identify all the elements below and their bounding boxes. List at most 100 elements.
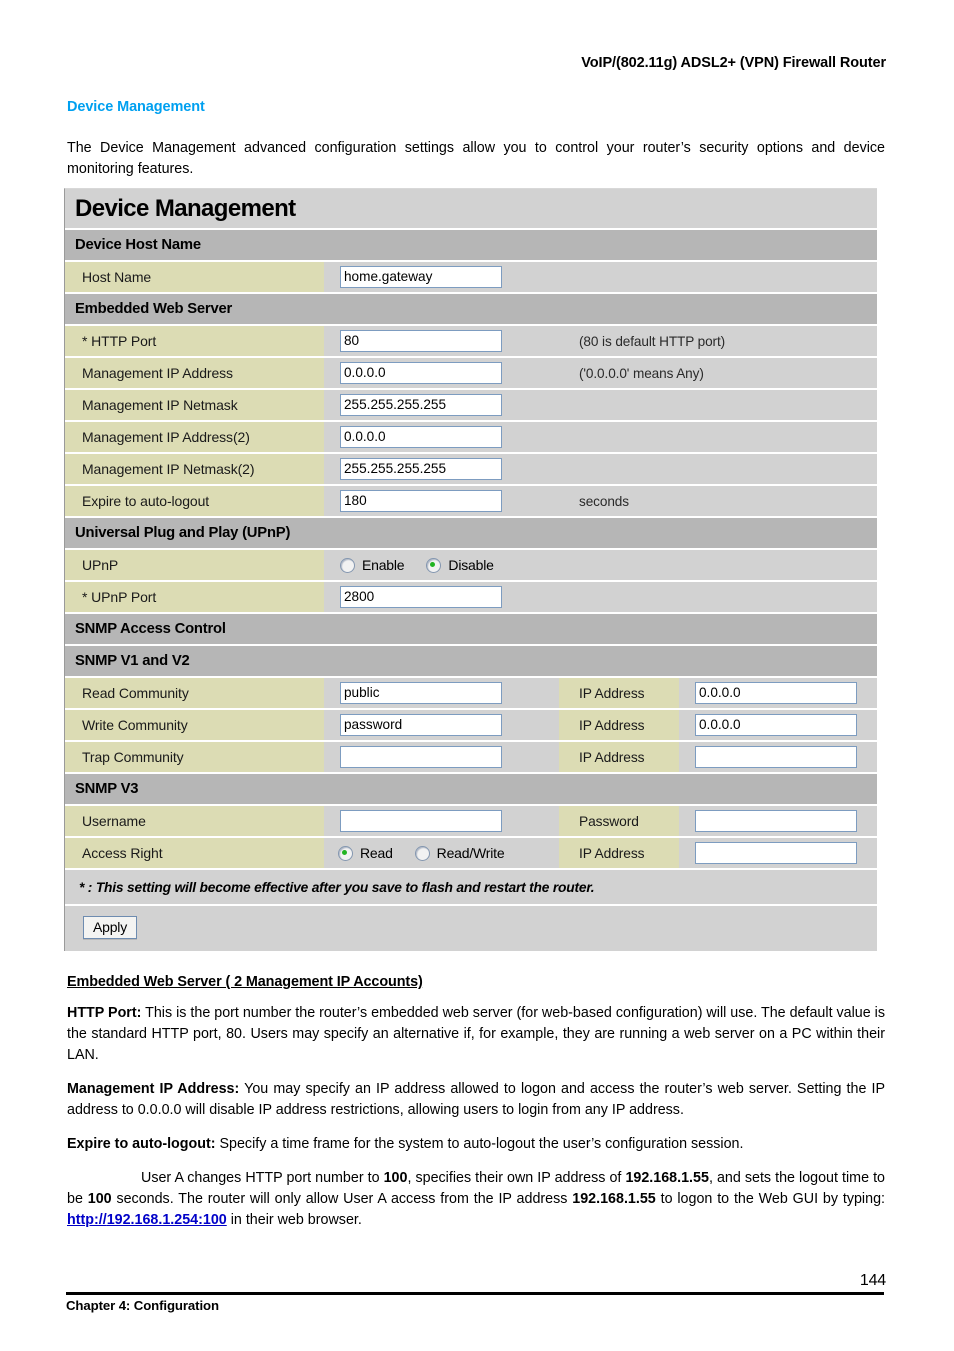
example-ip-2: 192.168.1.55 xyxy=(572,1191,656,1207)
label-host-name: Host Name xyxy=(65,262,324,292)
screenshot-title: Device Management xyxy=(65,189,877,228)
field-cell-expire-to-auto-logout: 180 xyxy=(324,486,559,516)
row-trap-community: Trap Community IP Address xyxy=(65,740,877,772)
label-read-community-ip: IP Address xyxy=(559,678,679,708)
trap-community-input[interactable] xyxy=(340,746,502,768)
link-scheme: http:// xyxy=(67,1212,107,1228)
example-text-e: seconds. The router will only allow User… xyxy=(111,1191,573,1207)
label-snmp-password: Password xyxy=(559,806,679,836)
paragraph-management-ip-address: Management IP Address: You may specify a… xyxy=(67,1079,885,1121)
lead-expire-to-auto-logout: Expire to auto-logout: xyxy=(67,1136,216,1152)
text-expire-to-auto-logout: Specify a time frame for the system to a… xyxy=(215,1136,744,1152)
row-write-community: Write Community password IP Address 0.0.… xyxy=(65,708,877,740)
label-write-community: Write Community xyxy=(65,710,324,740)
footer-chapter: Chapter 4: Configuration xyxy=(66,1298,219,1313)
field-cell-snmp-password xyxy=(679,806,877,836)
label-management-ip-address-2: Management IP Address(2) xyxy=(65,422,324,452)
row-snmp-username: Username Password xyxy=(65,804,877,836)
example-text-a: User A changes HTTP port number to xyxy=(141,1170,384,1186)
write-community-input[interactable]: password xyxy=(340,714,502,736)
access-right-readwrite-label: Read/Write xyxy=(436,845,505,861)
field-cell-management-ip-netmask: 255.255.255.255 xyxy=(324,390,559,420)
note-management-ip-netmask xyxy=(559,390,877,420)
paragraph-example: User A changes HTTP port number to 100, … xyxy=(67,1168,885,1231)
row-read-community: Read Community public IP Address 0.0.0.0 xyxy=(65,676,877,708)
row-upnp-port: * UPnP Port 2800 xyxy=(65,580,877,612)
paragraph-http-port: HTTP Port: This is the port number the r… xyxy=(67,1003,885,1066)
lead-management-ip-address: Management IP Address: xyxy=(67,1081,240,1097)
label-write-community-ip: IP Address xyxy=(559,710,679,740)
field-cell-snmp-username xyxy=(324,806,559,836)
section-header-snmp-v1-v2: SNMP V1 and V2 xyxy=(65,644,877,676)
sub-heading-embedded-web-server: Embedded Web Server ( 2 Management IP Ac… xyxy=(67,974,423,990)
label-http-port: * HTTP Port xyxy=(65,326,324,356)
label-management-ip-netmask-2: Management IP Netmask(2) xyxy=(65,454,324,484)
row-management-ip-address-2: Management IP Address(2) 0.0.0.0 xyxy=(65,420,877,452)
label-trap-community-ip: IP Address xyxy=(559,742,679,772)
expire-to-auto-logout-input[interactable]: 180 xyxy=(340,490,502,512)
lead-http-port: HTTP Port: xyxy=(67,1005,142,1021)
snmp-username-input[interactable] xyxy=(340,810,502,832)
row-host-name: Host Name home.gateway xyxy=(65,260,877,292)
apply-button[interactable]: Apply xyxy=(83,916,138,939)
section-header-snmp-v3: SNMP V3 xyxy=(65,772,877,804)
management-ip-netmask-2-input[interactable]: 255.255.255.255 xyxy=(340,458,502,480)
radio-unselected-icon xyxy=(340,557,355,573)
upnp-disable-label: Disable xyxy=(448,557,494,573)
section-header-embedded-web-server: Embedded Web Server xyxy=(65,292,877,324)
snmp-password-input[interactable] xyxy=(695,810,857,832)
radio-selected-icon xyxy=(426,557,442,573)
upnp-disable-radio[interactable]: Disable xyxy=(426,557,494,573)
field-cell-management-ip-netmask-2: 255.255.255.255 xyxy=(324,454,559,484)
note-host-name xyxy=(559,262,877,292)
label-access-right: Access Right xyxy=(65,838,324,868)
page-title: Device Management xyxy=(67,99,205,115)
note-http-port: (80 is default HTTP port) xyxy=(559,326,877,356)
radio-selected-icon xyxy=(338,845,353,861)
field-cell-write-community: password xyxy=(324,710,559,740)
field-cell-trap-community-ip xyxy=(679,742,877,772)
management-ip-address-2-input[interactable]: 0.0.0.0 xyxy=(340,426,502,448)
label-trap-community: Trap Community xyxy=(65,742,324,772)
host-name-input[interactable]: home.gateway xyxy=(340,266,502,288)
field-cell-read-community-ip: 0.0.0.0 xyxy=(679,678,877,708)
example-timeout: 100 xyxy=(87,1191,112,1207)
running-head: VoIP/(802.11g) ADSL2+ (VPN) Firewall Rou… xyxy=(581,55,886,71)
example-text-c: , specifies their own IP address of xyxy=(407,1170,626,1186)
manual-page: VoIP/(802.11g) ADSL2+ (VPN) Firewall Rou… xyxy=(0,0,954,1351)
trap-community-ip-input[interactable] xyxy=(695,746,857,768)
text-http-port: This is the port number the router’s emb… xyxy=(67,1005,885,1063)
http-port-input[interactable]: 80 xyxy=(340,330,502,352)
label-management-ip-address: Management IP Address xyxy=(65,358,324,388)
access-right-read-label: Read xyxy=(360,845,393,861)
upnp-enable-radio[interactable]: Enable xyxy=(340,557,405,573)
field-cell-snmp-v3-ip xyxy=(679,838,877,868)
label-upnp: UPnP xyxy=(65,550,324,580)
snmp-v3-ip-input[interactable] xyxy=(695,842,857,864)
label-read-community: Read Community xyxy=(65,678,324,708)
section-header-snmp-access-control: SNMP Access Control xyxy=(65,612,877,644)
example-port: 100 xyxy=(383,1170,408,1186)
upnp-port-input[interactable]: 2800 xyxy=(340,586,502,608)
note-management-ip-address-2 xyxy=(559,422,877,452)
note-management-ip-address: ('0.0.0.0' means Any) xyxy=(559,358,877,388)
access-right-read-radio[interactable]: Read xyxy=(338,845,393,861)
field-cell-management-ip-address: 0.0.0.0 xyxy=(324,358,559,388)
label-snmp-username: Username xyxy=(65,806,324,836)
section-header-device-host-name: Device Host Name xyxy=(65,228,877,260)
management-ip-netmask-input[interactable]: 255.255.255.255 xyxy=(340,394,502,416)
write-community-ip-input[interactable]: 0.0.0.0 xyxy=(695,714,857,736)
management-ip-address-input[interactable]: 0.0.0.0 xyxy=(340,362,502,384)
read-community-input[interactable]: public xyxy=(340,682,502,704)
row-management-ip-netmask: Management IP Netmask 255.255.255.255 xyxy=(65,388,877,420)
field-cell-write-community-ip: 0.0.0.0 xyxy=(679,710,877,740)
read-community-ip-input[interactable]: 0.0.0.0 xyxy=(695,682,857,704)
web-gui-link[interactable]: http://192.168.1.254:100 xyxy=(67,1212,227,1228)
example-ip-1: 192.168.1.55 xyxy=(625,1170,709,1186)
device-management-screenshot: Device Management Device Host Name Host … xyxy=(64,188,877,951)
access-right-readwrite-radio[interactable]: Read/Write xyxy=(414,845,505,861)
section-header-upnp: Universal Plug and Play (UPnP) xyxy=(65,516,877,548)
radio-unselected-icon xyxy=(414,845,430,861)
field-cell-upnp-port: 2800 xyxy=(324,582,559,612)
link-host: 192.168.1.254:100 xyxy=(106,1212,227,1228)
